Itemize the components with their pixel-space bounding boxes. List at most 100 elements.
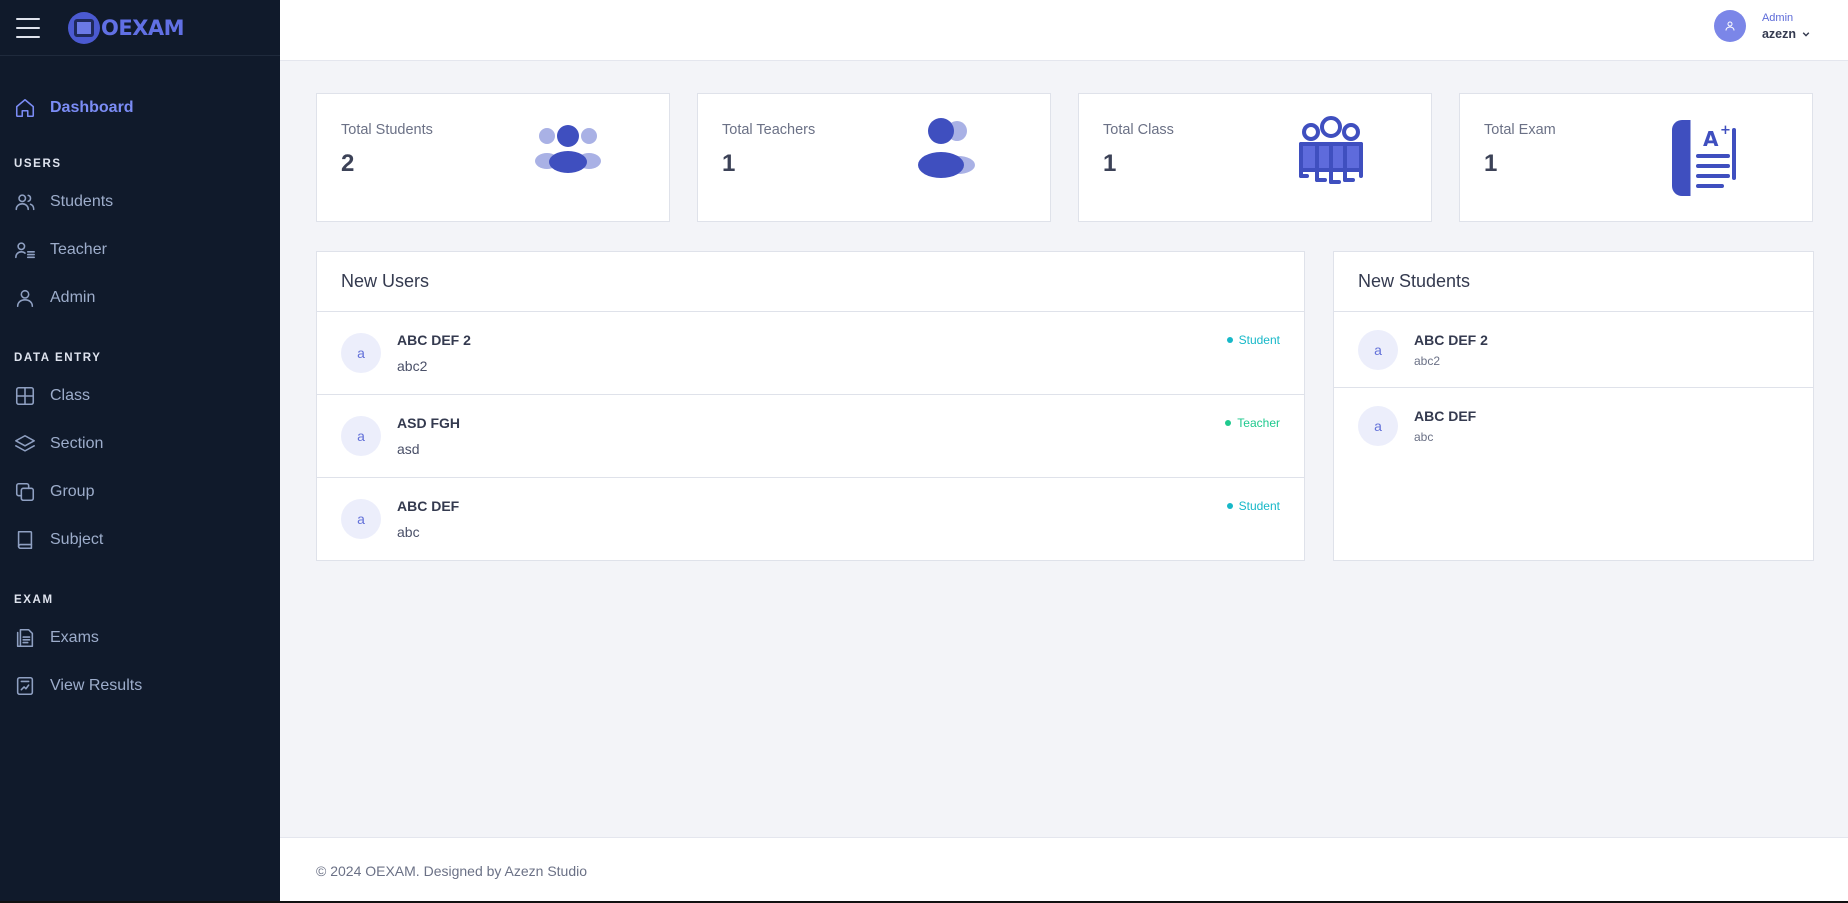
avatar: a xyxy=(1358,406,1398,446)
sidebar-section-title: EXAM xyxy=(14,594,54,606)
avatar: a xyxy=(1358,330,1398,370)
grid-icon xyxy=(14,385,36,407)
stat-value: 1 xyxy=(1103,150,1117,177)
user-name: azezn xyxy=(1761,26,1796,41)
student-handle: abc xyxy=(1414,430,1434,444)
document-icon xyxy=(14,627,36,649)
status-badge-label: Student xyxy=(1238,499,1280,513)
logo-text: OEXAM xyxy=(101,15,185,40)
teachers-icon xyxy=(918,118,975,178)
sidebar-item-exams[interactable]: Exams xyxy=(0,614,280,662)
user-icon xyxy=(1725,21,1735,31)
status-dot-icon xyxy=(1225,420,1232,426)
user-handle: asd xyxy=(397,441,420,457)
home-icon xyxy=(14,97,36,119)
report-icon xyxy=(14,675,36,697)
students-group-icon xyxy=(535,125,601,173)
panel-title: New Students xyxy=(1334,252,1813,312)
sidebar-item-label: Subject xyxy=(50,531,104,548)
avatar: a xyxy=(341,416,381,456)
stat-card-total-teachers: Total Teachers 1 xyxy=(697,93,1051,222)
sidebar-item-view-results[interactable]: View Results xyxy=(0,662,280,710)
status-dot-icon xyxy=(1226,337,1233,343)
sidebar-item-label: Section xyxy=(50,435,104,452)
classroom-icon xyxy=(1299,116,1363,184)
student-name: ABC DEF xyxy=(1414,408,1477,424)
sidebar-item-label: Teacher xyxy=(50,241,107,258)
status-dot-icon xyxy=(1226,503,1233,509)
status-badge: Teacher xyxy=(1225,416,1280,430)
stat-label: Total Students xyxy=(341,122,433,138)
user-name: ABC DEF 2 xyxy=(397,332,471,348)
sidebar-item-label: Admin xyxy=(50,289,96,306)
avatar[interactable] xyxy=(1713,10,1746,42)
user-name-row[interactable]: azezn xyxy=(1762,27,1810,41)
user-name: ASD FGH xyxy=(397,415,460,431)
logo-icon xyxy=(68,11,100,44)
user-role: Admin xyxy=(1761,11,1794,24)
avatar: a xyxy=(341,333,381,373)
sidebar-item-group[interactable]: Group xyxy=(0,468,280,516)
sidebar-section-title: DATA ENTRY xyxy=(14,352,102,364)
user-icon xyxy=(14,287,36,309)
user-list-icon xyxy=(14,239,36,261)
sidebar-item-label: Group xyxy=(50,483,95,500)
sidebar-item-label: View Results xyxy=(50,677,143,694)
sidebar-section-title: USERS xyxy=(14,158,62,170)
stat-value: 1 xyxy=(1484,150,1498,177)
top-bar: Admin azezn xyxy=(280,0,1848,61)
sidebar: OEXAM Dashboard USERS Students Teacher A… xyxy=(0,0,280,903)
stat-label: Total Teachers xyxy=(722,122,816,138)
sidebar-item-section[interactable]: Section xyxy=(0,420,280,468)
sidebar-item-label: Dashboard xyxy=(50,99,134,116)
sidebar-item-dashboard[interactable]: Dashboard xyxy=(0,84,280,132)
stat-card-total-students: Total Students 2 xyxy=(316,93,670,222)
list-item[interactable]: a ABC DEF abc Student xyxy=(317,478,1304,561)
sidebar-item-admin[interactable]: Admin xyxy=(0,274,280,322)
footer: © 2024 OEXAM. Designed by Azezn Studio xyxy=(280,837,1848,903)
stat-label: Total Exam xyxy=(1484,122,1556,138)
student-handle: abc2 xyxy=(1414,354,1441,368)
student-name: ABC DEF 2 xyxy=(1414,332,1488,348)
svg-text:+: + xyxy=(1720,123,1731,138)
copy-icon xyxy=(14,481,36,503)
stat-card-total-exam: Total Exam 1 A + xyxy=(1459,93,1813,222)
footer-text: © 2024 OEXAM. Designed by Azezn Studio xyxy=(316,862,588,879)
sidebar-item-class[interactable]: Class xyxy=(0,372,280,420)
user-name: ABC DEF xyxy=(397,498,460,514)
sidebar-item-teacher[interactable]: Teacher xyxy=(0,226,280,274)
user-handle: abc2 xyxy=(397,358,428,374)
user-meta: Admin azezn xyxy=(1762,12,1810,41)
stat-label: Total Class xyxy=(1103,122,1174,138)
stat-card-total-class: Total Class 1 xyxy=(1078,93,1432,222)
users-icon xyxy=(14,191,36,213)
sidebar-header: OEXAM xyxy=(0,0,280,56)
list-item[interactable]: a ASD FGH asd Teacher xyxy=(317,395,1304,478)
sidebar-nav: Dashboard USERS Students Teacher Admin D… xyxy=(0,56,280,710)
new-students-panel: New Students a ABC DEF 2 abc2 a ABC DEF … xyxy=(1333,251,1814,561)
list-item[interactable]: a ABC DEF abc xyxy=(1334,388,1813,464)
sidebar-item-label: Students xyxy=(50,193,114,210)
panel-title: New Users xyxy=(317,252,1304,312)
sidebar-item-label: Exams xyxy=(50,629,99,646)
status-badge-label: Teacher xyxy=(1237,416,1280,430)
user-menu[interactable]: Admin azezn xyxy=(1713,10,1810,42)
stat-value: 1 xyxy=(722,150,736,177)
status-badge: Student xyxy=(1226,333,1280,347)
chevron-down-icon[interactable] xyxy=(1802,30,1810,38)
new-users-panel: New Users a ABC DEF 2 abc2 Student a ASD… xyxy=(316,251,1305,561)
status-badge-label: Student xyxy=(1238,333,1280,347)
avatar: a xyxy=(341,499,381,539)
stat-value: 2 xyxy=(341,150,355,177)
list-item[interactable]: a ABC DEF 2 abc2 Student xyxy=(317,312,1304,395)
menu-toggle-icon[interactable] xyxy=(16,17,40,38)
list-item[interactable]: a ABC DEF 2 abc2 xyxy=(1334,312,1813,388)
sidebar-item-subject[interactable]: Subject xyxy=(0,516,280,564)
book-icon xyxy=(14,529,36,551)
sidebar-item-students[interactable]: Students xyxy=(0,178,280,226)
layers-icon xyxy=(14,433,36,455)
exam-paper-icon: A + xyxy=(1672,120,1736,196)
svg-text:A: A xyxy=(1703,127,1719,151)
user-handle: abc xyxy=(397,524,420,540)
logo[interactable]: OEXAM xyxy=(68,11,185,44)
